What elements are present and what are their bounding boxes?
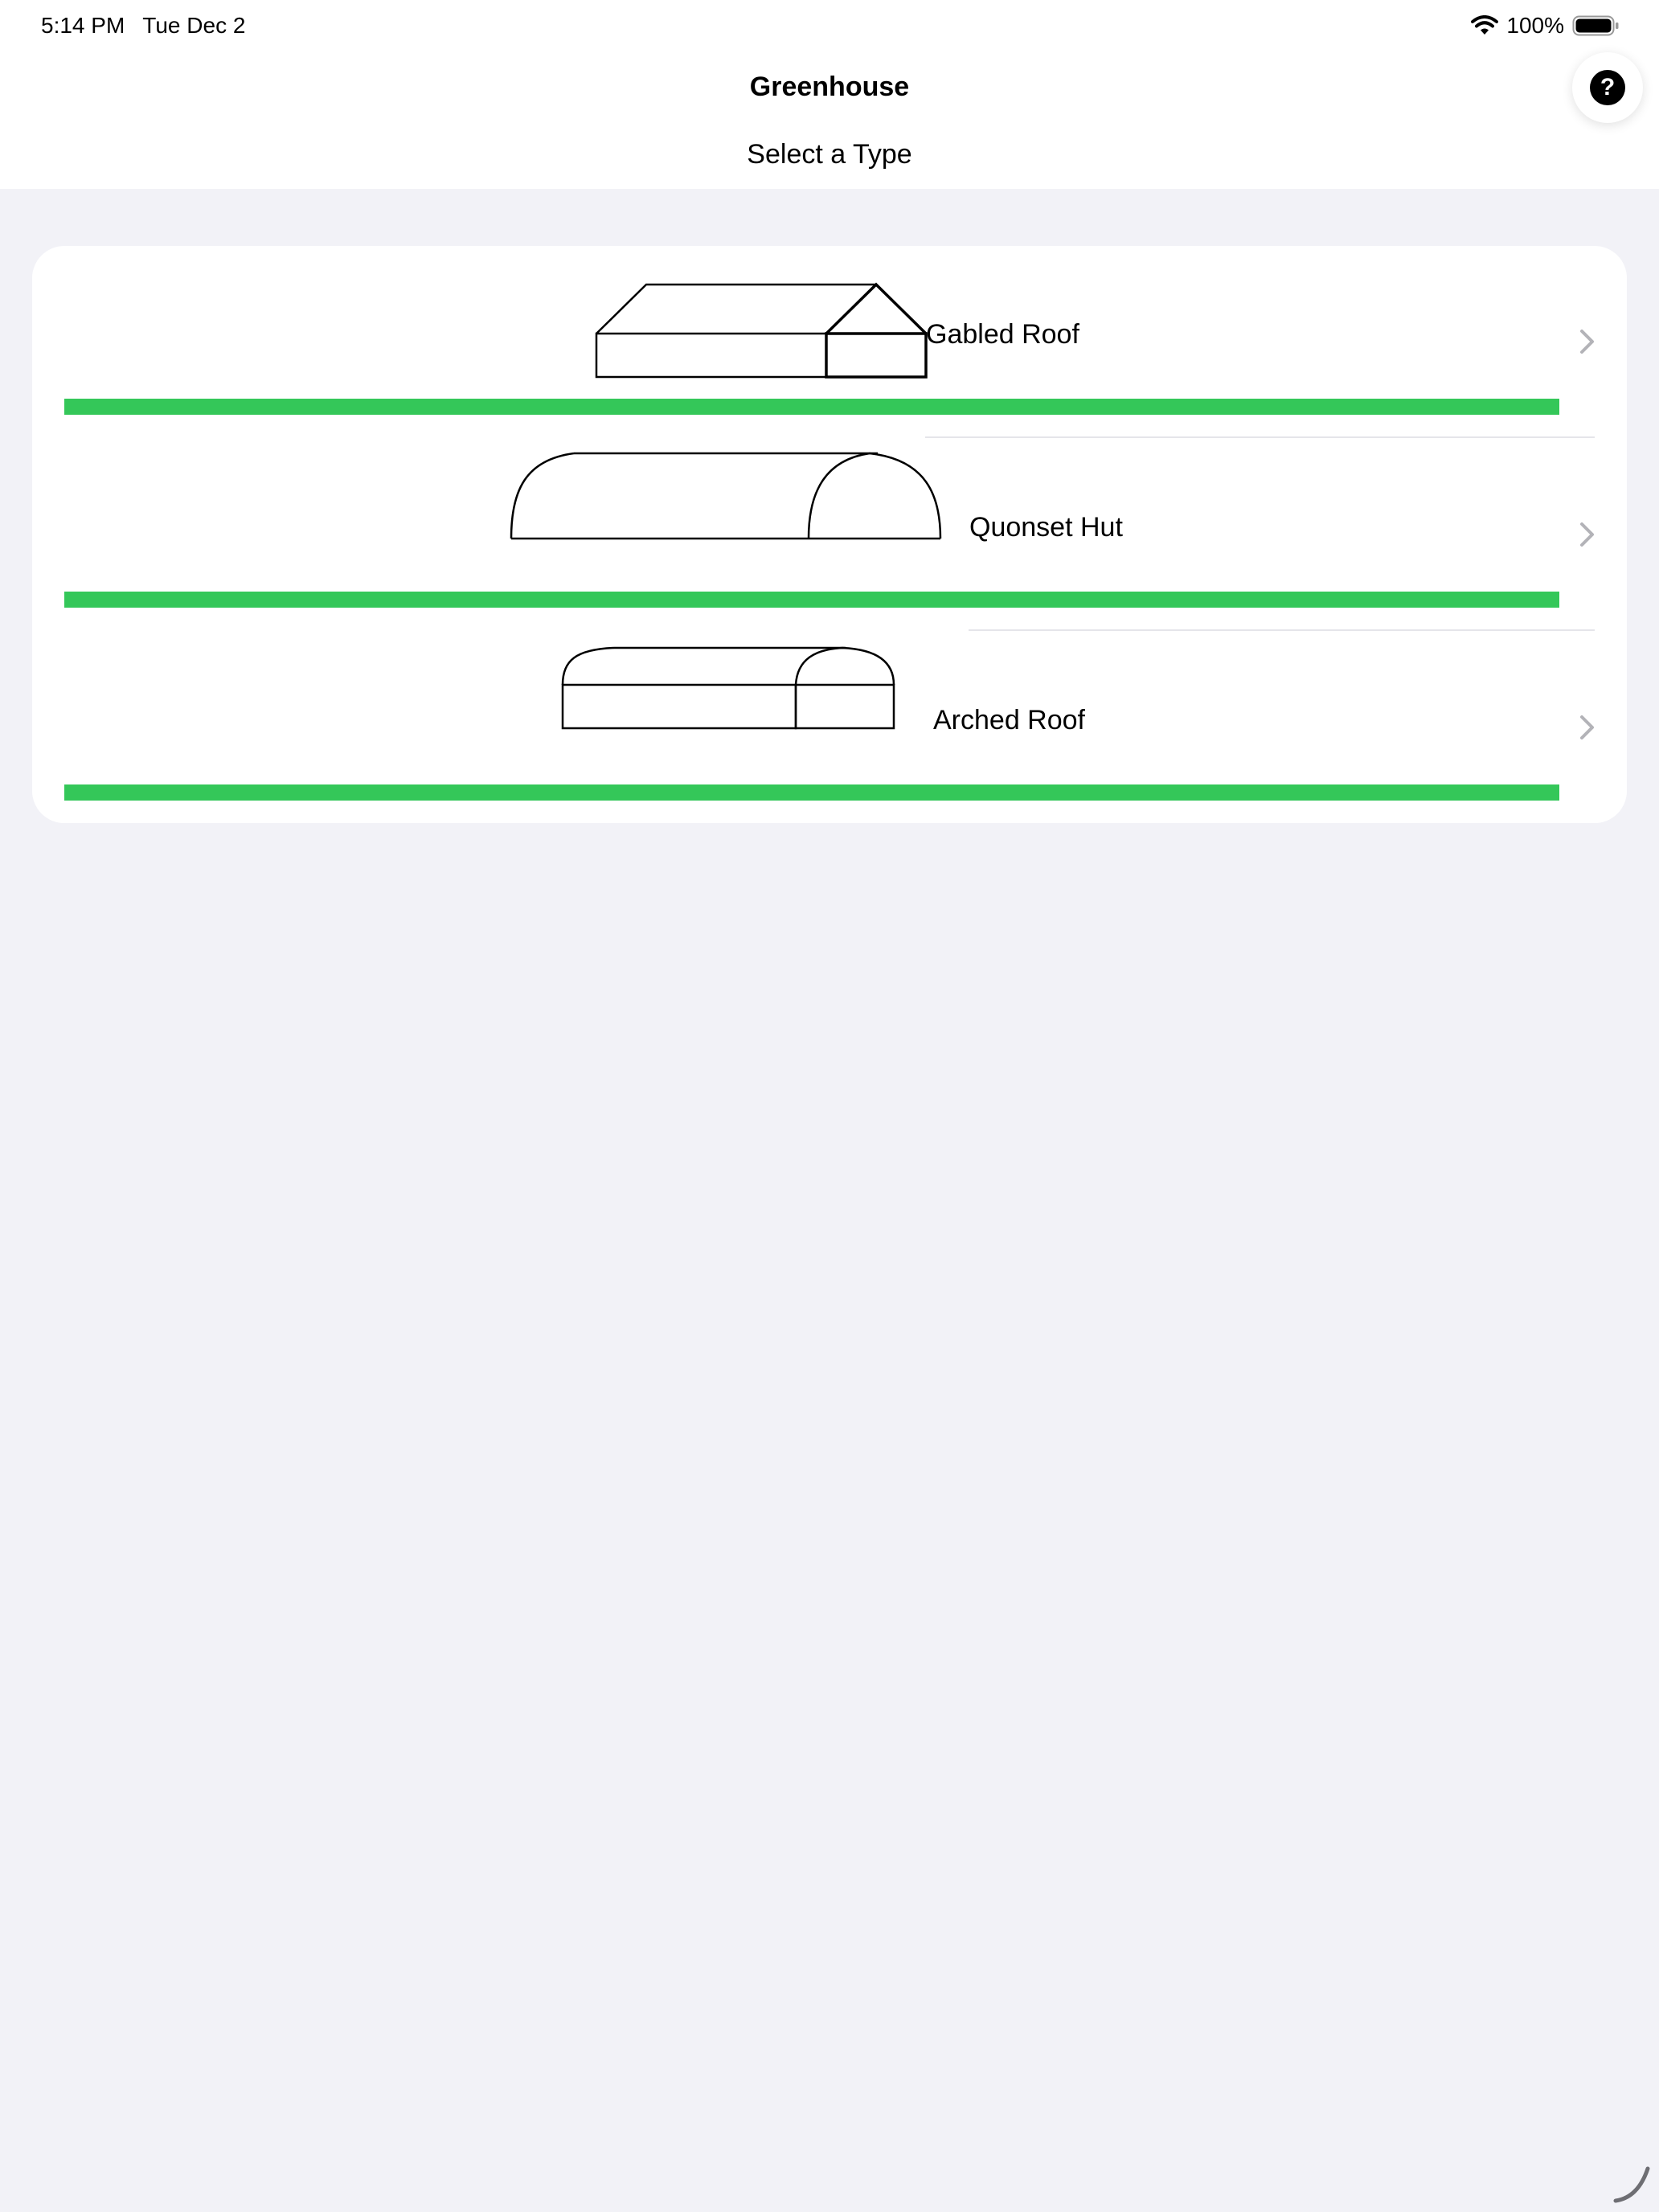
status-clock: 5:14 PM Tue Dec 2 [41, 11, 263, 40]
type-label: Arched Roof [933, 705, 1085, 735]
progress-fill [64, 399, 1559, 415]
quonset-hut-icon [510, 452, 942, 540]
progress-bar [64, 399, 1559, 415]
top-bar: 5:14 PM Tue Dec 2 100% Greenhouse ? Selec… [0, 0, 1659, 189]
type-label: Gabled Roof [926, 319, 1079, 350]
progress-fill [64, 592, 1559, 608]
row-separator [969, 629, 1595, 631]
row-separator [925, 436, 1595, 438]
progress-bar [64, 784, 1559, 801]
help-button[interactable]: ? [1572, 52, 1643, 123]
status-indicators: 100% [1471, 11, 1619, 40]
page-subtitle: Select a Type [747, 139, 912, 170]
battery-percentage: 100% [1506, 13, 1564, 38]
progress-bar [64, 592, 1559, 608]
page-title: Greenhouse [749, 72, 910, 102]
chevron-right-icon [1580, 715, 1594, 739]
arched-roof-icon [561, 646, 895, 730]
type-row-arched-roof[interactable]: Arched Roof [32, 632, 1627, 825]
status-time: 5:14 PM [41, 13, 125, 38]
type-row-gabled-roof[interactable]: Gabled Roof [32, 246, 1627, 439]
progress-fill [64, 784, 1559, 801]
battery-full-icon [1572, 15, 1619, 36]
type-row-quonset-hut[interactable]: Quonset Hut [32, 439, 1627, 632]
corner-resize-handle[interactable] [1611, 2164, 1653, 2206]
type-list: Gabled Roof Quonset Hut Arched Roof [32, 246, 1627, 823]
type-label: Quonset Hut [969, 512, 1123, 543]
status-date: Tue Dec 2 [142, 13, 246, 38]
gabled-roof-icon [595, 282, 928, 379]
chevron-right-icon [1580, 522, 1594, 547]
wifi-icon [1471, 15, 1499, 35]
question-icon: ? [1590, 70, 1625, 105]
chevron-right-icon [1580, 330, 1594, 354]
